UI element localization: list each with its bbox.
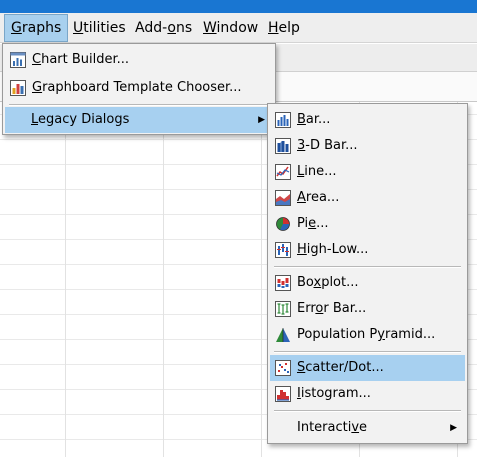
scatter-dot-item[interactable]: Scatter/Dot... (270, 355, 465, 381)
line-item[interactable]: Line... (270, 159, 465, 185)
submenu-arrow-icon: ▶ (450, 423, 457, 433)
pie-chart-icon (276, 217, 290, 231)
boxplot-item[interactable]: Boxplot... (270, 270, 465, 296)
error-bar-icon (275, 301, 291, 317)
submenu-arrow-icon: ▶ (258, 115, 265, 125)
menu-separator (274, 410, 461, 412)
menu-separator (9, 104, 269, 106)
area-item[interactable]: Area... (270, 185, 465, 211)
error-bar-item[interactable]: Error Bar... (270, 296, 465, 322)
legacy-dialogs-submenu: Bar... 3-D Bar... Line... Area... Pie...… (267, 103, 468, 444)
bar-item[interactable]: Bar... (270, 107, 465, 133)
menu-separator (274, 351, 461, 353)
histogram-icon (275, 386, 291, 402)
menu-separator (274, 266, 461, 268)
menu-graphs[interactable]: Graphs (4, 14, 69, 42)
chart-builder-item[interactable]: Chart Builder... (5, 46, 273, 74)
area-chart-icon (275, 190, 291, 206)
graphs-menu: Chart Builder... Graphboard Template Cho… (2, 43, 276, 135)
boxplot-icon (275, 275, 291, 291)
menu-bar: Graphs Utilities Add-ons Window Help (0, 13, 477, 43)
menu-window[interactable]: Window (197, 14, 264, 42)
high-low-chart-icon (275, 242, 291, 258)
chart-builder-icon (10, 52, 26, 68)
menu-utilities[interactable]: Utilities (67, 14, 132, 42)
3d-bar-chart-icon (275, 138, 291, 154)
legacy-dialogs-item[interactable]: Legacy Dialogs ▶ (5, 107, 273, 133)
menu-help[interactable]: Help (262, 14, 306, 42)
histogram-item[interactable]: Iistogram... (270, 381, 465, 407)
line-chart-icon (275, 164, 291, 180)
graphboard-template-chooser-item[interactable]: Graphboard Template Chooser... (5, 74, 273, 102)
menu-add-ons[interactable]: Add-ons (129, 14, 198, 42)
3d-bar-item[interactable]: 3-D Bar... (270, 133, 465, 159)
high-low-item[interactable]: High-Low... (270, 237, 465, 263)
scatter-dot-icon (275, 360, 291, 376)
pie-item[interactable]: Pie... (270, 211, 465, 237)
population-pyramid-item[interactable]: Population Pyramid... (270, 322, 465, 348)
graphboard-icon (10, 80, 26, 96)
interactive-item[interactable]: Interactive ▶ (270, 415, 465, 441)
bar-chart-icon (275, 112, 291, 128)
window-title-bar (0, 0, 477, 13)
population-pyramid-icon (276, 328, 290, 342)
